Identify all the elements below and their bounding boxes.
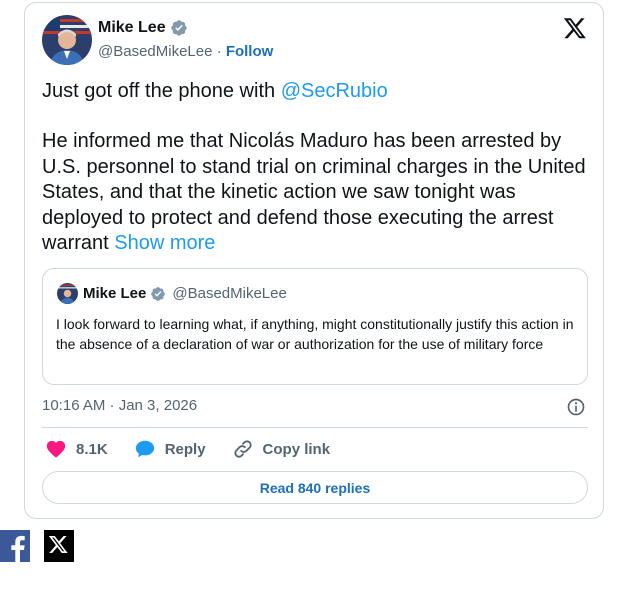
follow-button[interactable]: Follow — [226, 43, 274, 60]
author-handle-line: @BasedMikeLee · Follow — [98, 43, 273, 61]
quote-text: I look forward to learning what, if anyt… — [56, 316, 574, 352]
tweet-timestamp[interactable]: 10:16 AM · Jan 3, 2026 — [42, 396, 197, 416]
quote-author-handle: @BasedMikeLee — [172, 285, 287, 302]
author-handle[interactable]: @BasedMikeLee — [98, 43, 212, 60]
author-name-row[interactable]: Mike Lee — [98, 18, 188, 38]
quote-author-avatar — [57, 283, 78, 304]
tweet-text: Just got off the phone with @SecRubio He… — [42, 79, 590, 256]
quote-author-name: Mike Lee — [83, 285, 147, 302]
divider — [42, 427, 588, 428]
like-button[interactable]: 8.1K — [45, 438, 108, 460]
action-bar: 8.1K Reply Copy link — [45, 437, 356, 461]
reply-button[interactable]: Reply — [134, 438, 206, 460]
tweet-line-1: Just got off the phone with @SecRubio — [42, 79, 590, 104]
facebook-share-button[interactable] — [0, 530, 30, 562]
x-share-button[interactable] — [44, 530, 74, 562]
heart-icon — [46, 440, 66, 458]
copy-link-button[interactable]: Copy link — [232, 438, 331, 460]
verified-badge-icon — [170, 20, 187, 36]
read-replies-button[interactable]: Read 840 replies — [42, 471, 588, 504]
link-icon — [233, 440, 252, 458]
mention-link[interactable]: @SecRubio — [281, 80, 388, 102]
handle-separator: · — [216, 43, 222, 60]
tweet-body-paragraph: He informed me that Nicolás Maduro has b… — [42, 129, 590, 256]
like-count: 8.1K — [76, 440, 108, 458]
tweet-intro: Just got off the phone with — [42, 80, 281, 102]
facebook-icon — [11, 535, 25, 562]
author-name[interactable]: Mike Lee — [98, 18, 166, 38]
author-avatar[interactable] — [42, 15, 92, 65]
reply-label: Reply — [164, 440, 206, 458]
x-share-icon — [48, 536, 68, 553]
verified-badge-icon — [151, 287, 166, 301]
quoted-tweet[interactable]: Mike Lee @BasedMikeLee I look forward to… — [42, 268, 588, 385]
show-more-link[interactable]: Show more — [114, 232, 215, 254]
speech-bubble-icon — [135, 440, 154, 458]
tweet-card: Mike Lee @BasedMikeLee · Follow Just got… — [24, 2, 604, 519]
x-logo-icon[interactable] — [563, 16, 587, 40]
quote-header: Mike Lee @BasedMikeLee — [83, 284, 287, 304]
copy-link-label: Copy link — [262, 440, 331, 458]
info-icon[interactable] — [566, 397, 586, 417]
